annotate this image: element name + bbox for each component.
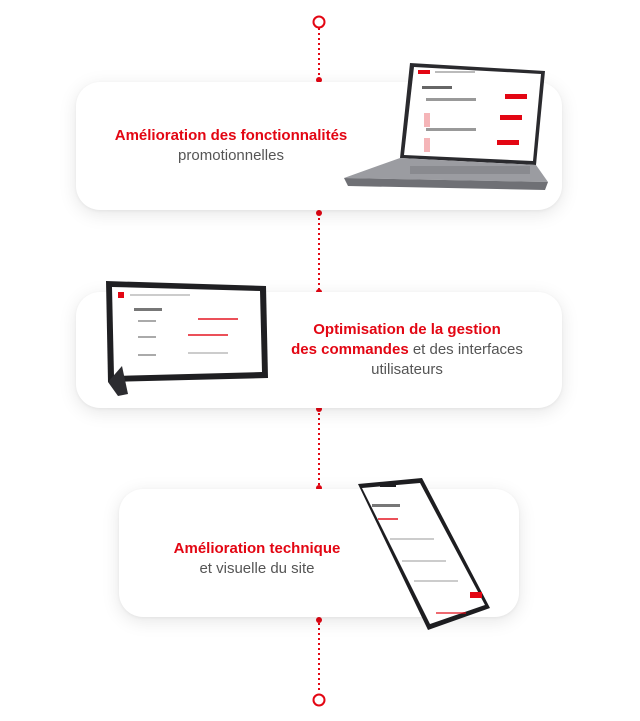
step-2-title-line2: des commandes xyxy=(291,341,409,358)
step-1-body: promotionnelles xyxy=(178,147,284,164)
step-1-title: Amélioration des fonctionnalités xyxy=(114,127,348,144)
step-2-body-line3: utilisateurs xyxy=(371,361,443,378)
step-1-text: Amélioration des fonctionnalités promoti… xyxy=(96,126,366,166)
step-2-title-line1: Optimisation de la gestion xyxy=(313,321,501,338)
laptop-mockup xyxy=(344,63,548,190)
timeline-end-dot xyxy=(312,693,326,707)
step-3-text: Amélioration technique et visuelle du si… xyxy=(139,539,375,579)
tablet-mockup xyxy=(106,281,268,396)
step-2-text: Optimisation de la gestion des commandes… xyxy=(272,320,542,380)
step-3-title: Amélioration technique xyxy=(173,540,341,557)
step-3-body: et visuelle du site xyxy=(199,560,315,577)
phone-mockup xyxy=(358,478,490,630)
step-2-body-line2: et des interfaces xyxy=(408,341,523,358)
timeline-start-dot xyxy=(312,15,326,29)
